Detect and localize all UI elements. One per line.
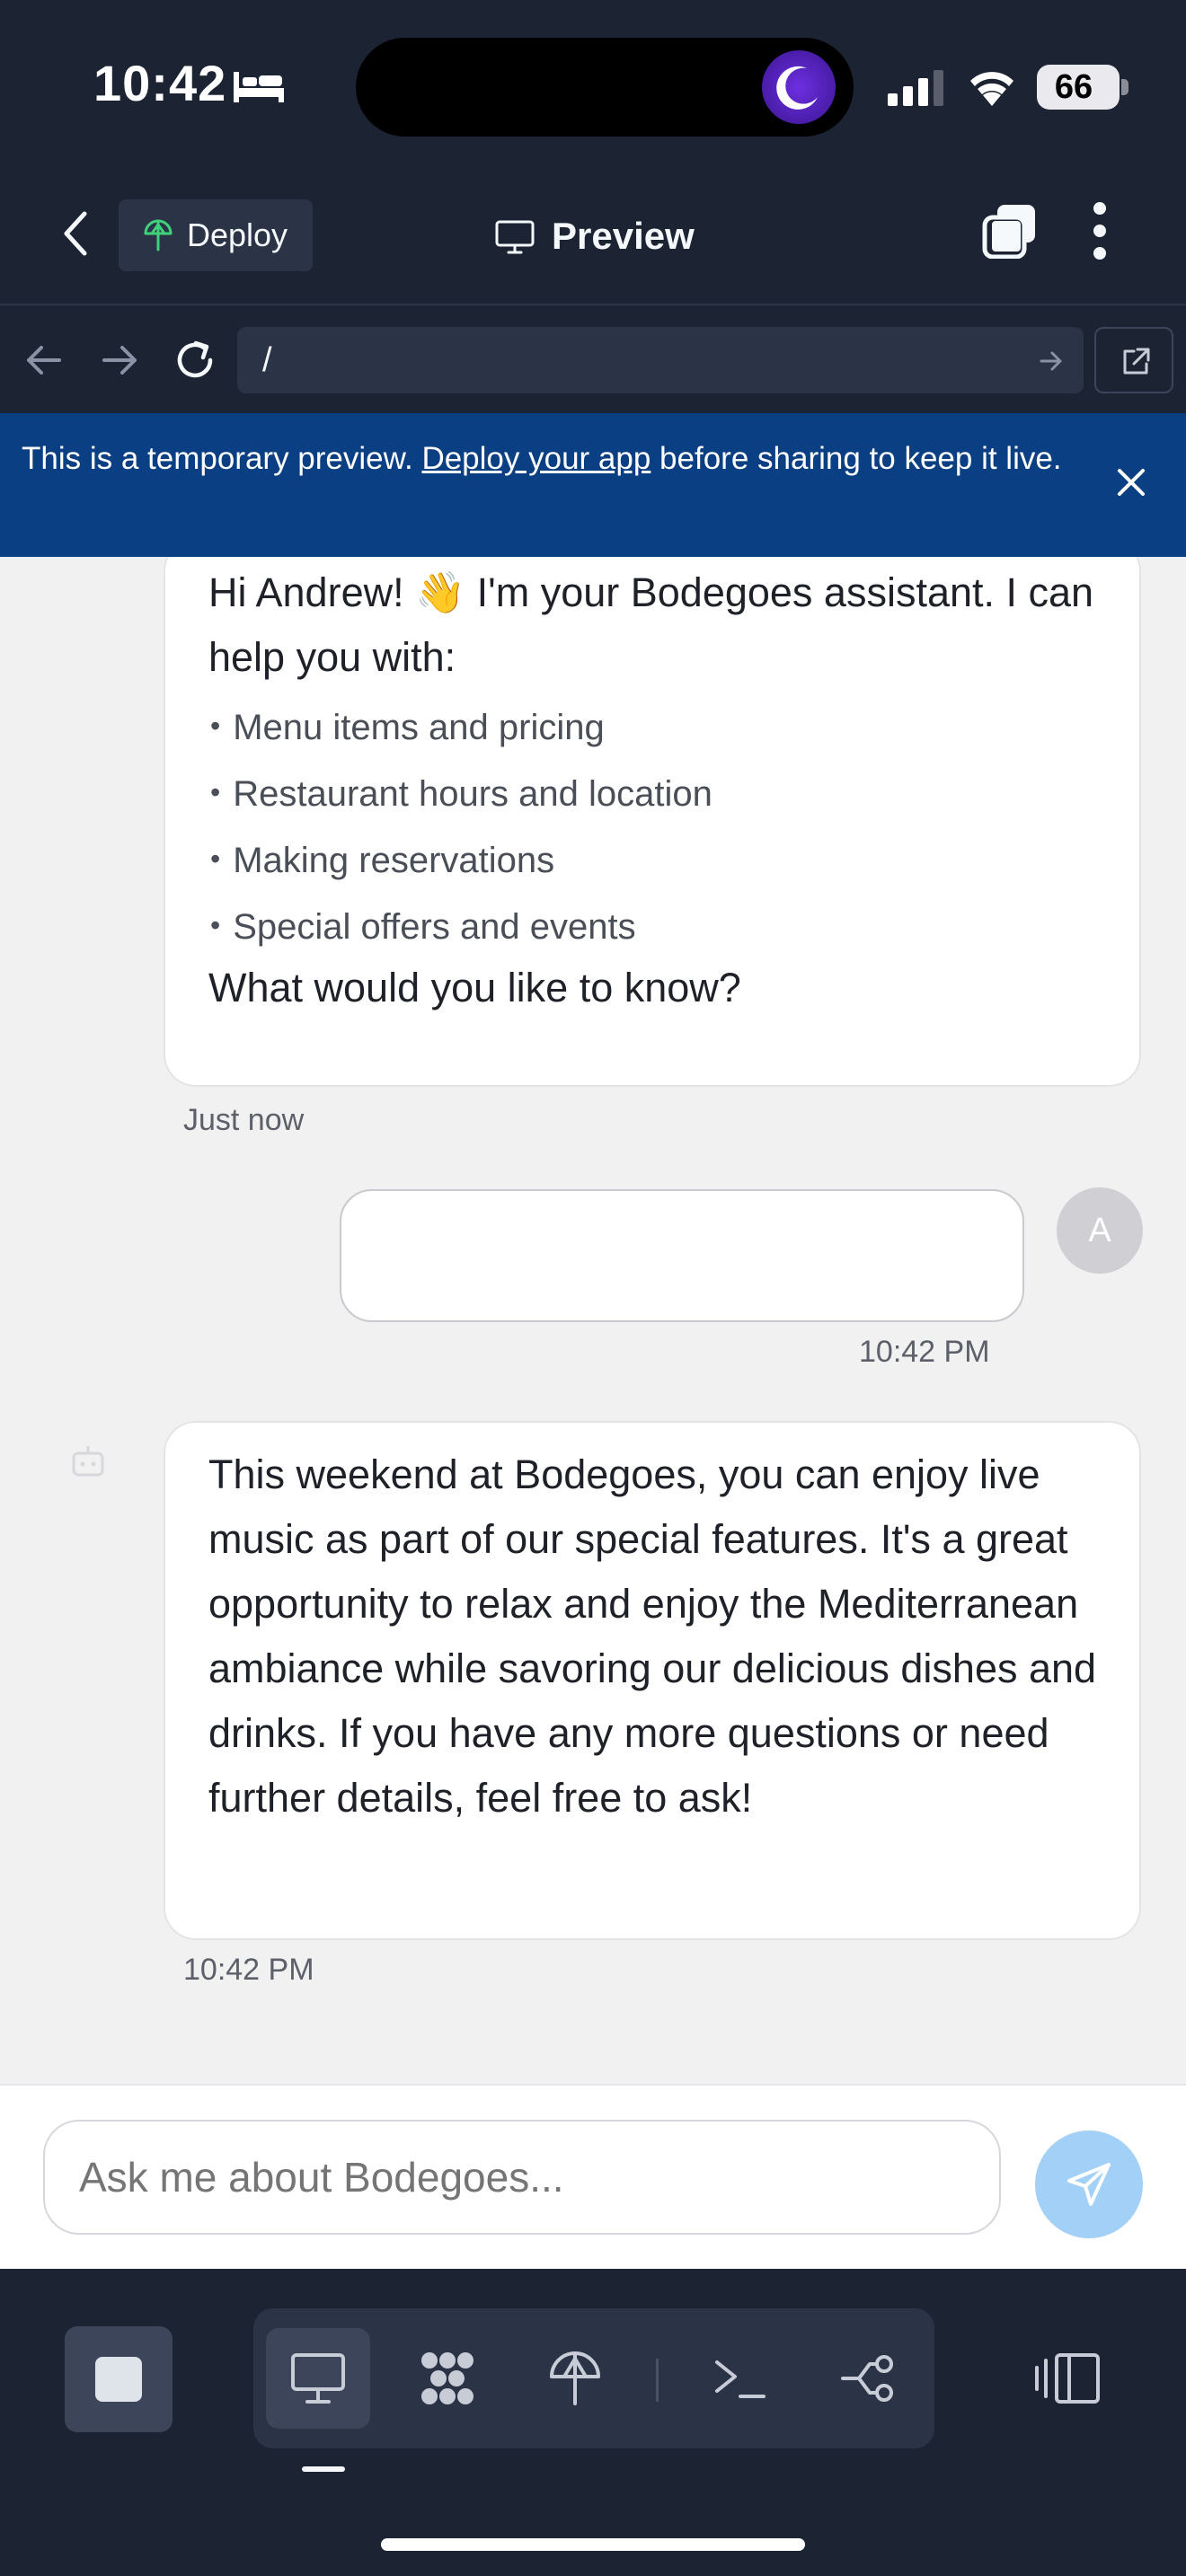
message-composer xyxy=(0,2084,1186,2269)
deploy-app-link[interactable]: Deploy your app xyxy=(421,441,651,476)
cellular-signal-icon xyxy=(888,70,943,106)
list-item: Making reservations xyxy=(210,826,712,893)
app-header: Deploy Preview xyxy=(0,153,1186,305)
assistant-message: This weekend at Bodegoes, you can enjoy … xyxy=(164,1421,1141,1940)
send-button[interactable] xyxy=(1035,2130,1143,2238)
workspace-tools xyxy=(253,2308,934,2448)
banner-text-start: This is a temporary preview. xyxy=(22,441,422,476)
message-timestamp: 10:42 PM xyxy=(183,1953,314,1987)
moon-icon xyxy=(762,50,836,124)
monitor-icon xyxy=(291,2353,345,2404)
banner-text-end: before sharing to keep it live. xyxy=(651,441,1062,476)
url-field[interactable]: / xyxy=(237,327,1084,393)
bottom-toolbar xyxy=(0,2269,1186,2576)
chat-input[interactable] xyxy=(43,2120,1001,2235)
stop-button[interactable] xyxy=(65,2326,173,2432)
deploy-icon xyxy=(550,2351,600,2405)
home-indicator xyxy=(381,2538,805,2551)
capabilities-list: Menu items and pricing Restaurant hours … xyxy=(210,693,712,959)
monitor-icon xyxy=(495,220,535,254)
temporary-preview-banner: This is a temporary preview. Deploy your… xyxy=(0,413,1186,557)
active-tool-indicator xyxy=(302,2466,345,2472)
send-icon xyxy=(1067,2163,1111,2206)
url-text: / xyxy=(262,341,272,379)
git-tool-button[interactable] xyxy=(816,2328,920,2429)
list-item: Special offers and events xyxy=(210,893,712,959)
bed-icon xyxy=(234,72,284,102)
app-screen: 10:42 66 Deploy Preview / Hi Andrew! 👋 I… xyxy=(0,0,1186,2576)
toolbar-divider xyxy=(656,2359,659,2402)
banner-message: This is a temporary preview. Deploy your… xyxy=(22,435,1082,483)
go-arrow-icon[interactable] xyxy=(1039,348,1064,374)
message-text: This weekend at Bodegoes, you can enjoy … xyxy=(208,1451,1097,1821)
list-item: Restaurant hours and location xyxy=(210,760,712,826)
battery-tip xyxy=(1121,79,1128,95)
open-external-button[interactable] xyxy=(1094,327,1173,393)
preview-tab[interactable]: Preview xyxy=(494,207,695,266)
page-title: Preview xyxy=(552,215,695,257)
chat-messages[interactable]: Hi Andrew! 👋 I'm your Bodegoes assistant… xyxy=(0,557,1186,2084)
wifi-icon xyxy=(970,72,1013,106)
deploy-tool-button[interactable] xyxy=(523,2328,627,2429)
open-external-icon xyxy=(1123,348,1150,375)
reload-icon[interactable] xyxy=(173,338,217,383)
terminal-icon xyxy=(715,2360,766,2398)
status-bar: 10:42 66 xyxy=(0,0,1186,153)
close-icon[interactable] xyxy=(1112,463,1150,501)
deploy-button[interactable]: Deploy xyxy=(119,199,313,271)
bot-icon xyxy=(72,1446,104,1477)
avatar: A xyxy=(1057,1187,1143,1274)
arrow-right-icon[interactable] xyxy=(99,340,140,381)
message-timestamp: 10:42 PM xyxy=(859,1335,990,1369)
tabs-icon[interactable] xyxy=(981,203,1037,259)
more-vertical-icon[interactable] xyxy=(1091,199,1109,262)
packages-icon xyxy=(421,2352,474,2404)
message-intro: Hi Andrew! 👋 I'm your Bodegoes assistant… xyxy=(208,569,1094,680)
arrow-left-icon[interactable] xyxy=(23,340,65,381)
deploy-button-label: Deploy xyxy=(187,216,288,253)
stop-icon xyxy=(95,2357,142,2402)
user-message xyxy=(340,1189,1024,1322)
list-item: Menu items and pricing xyxy=(210,693,712,760)
packages-tool-button[interactable] xyxy=(395,2328,500,2429)
git-branch-icon xyxy=(841,2355,893,2402)
assistant-message: Hi Andrew! 👋 I'm your Bodegoes assistant… xyxy=(164,557,1141,1087)
message-timestamp: Just now xyxy=(183,1103,305,1137)
message-question: What would you like to know? xyxy=(208,965,741,1010)
status-time: 10:42 xyxy=(93,55,227,111)
browser-toolbar: / xyxy=(0,307,1186,413)
battery-level: 66 xyxy=(1054,68,1093,106)
back-chevron-icon[interactable] xyxy=(58,207,93,260)
preview-tool-button[interactable] xyxy=(266,2328,370,2429)
deploy-icon xyxy=(144,219,173,251)
shell-tool-button[interactable] xyxy=(688,2328,792,2429)
layout-toggle-icon[interactable] xyxy=(1033,2351,1102,2405)
